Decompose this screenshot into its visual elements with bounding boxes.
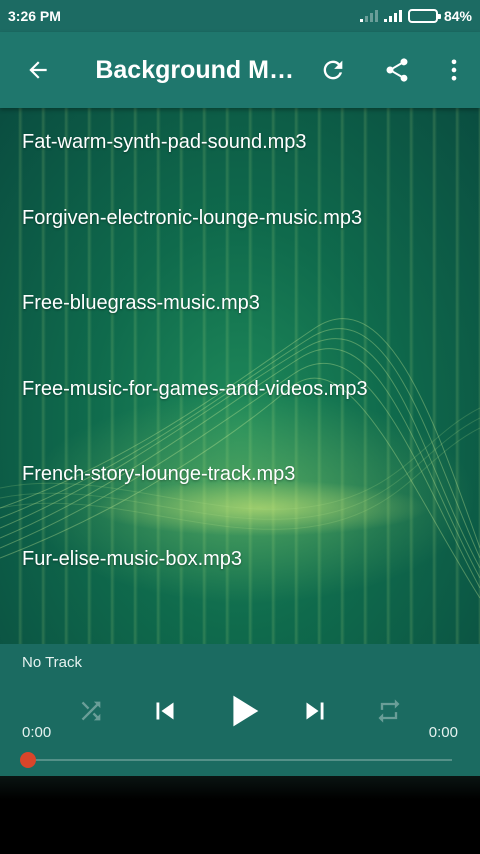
play-button[interactable] bbox=[218, 686, 268, 736]
next-button[interactable] bbox=[295, 692, 335, 730]
track-name: Fat-warm-synth-pad-sound.mp3 bbox=[22, 130, 307, 153]
arrow-left-icon bbox=[29, 61, 47, 79]
player-panel: No Track 0:00 0:00 bbox=[0, 644, 480, 776]
app-bar: Background Music bbox=[0, 32, 480, 108]
shuffle-icon bbox=[81, 701, 101, 721]
battery-percent: 84% bbox=[443, 8, 472, 24]
status-time: 3:26 PM bbox=[8, 8, 61, 24]
refresh-button[interactable] bbox=[302, 32, 365, 108]
play-icon bbox=[233, 695, 259, 727]
page-title: Background Music bbox=[95, 55, 300, 84]
share-button[interactable] bbox=[365, 32, 428, 108]
skip-previous-icon bbox=[156, 702, 174, 720]
status-bar: 3:26 PM 84% bbox=[0, 0, 480, 32]
track-list: Fat-warm-synth-pad-sound.mp3 Forgiven-el… bbox=[0, 108, 480, 602]
repeat-icon bbox=[378, 699, 400, 723]
bottom-area bbox=[0, 776, 480, 854]
shuffle-button[interactable] bbox=[72, 692, 110, 730]
repeat-button[interactable] bbox=[370, 692, 408, 730]
signal-sim1-icon bbox=[359, 10, 378, 22]
elapsed-time: 0:00 bbox=[22, 724, 52, 741]
total-time: 0:00 bbox=[428, 724, 458, 741]
more-options-button[interactable] bbox=[428, 32, 480, 108]
list-item[interactable]: French-story-lounge-track.mp3 bbox=[0, 432, 480, 517]
status-icons: 84% bbox=[359, 8, 472, 24]
list-item[interactable]: Fur-elise-music-box.mp3 bbox=[0, 517, 480, 602]
refresh-icon bbox=[323, 60, 343, 80]
more-vert-icon bbox=[451, 59, 457, 81]
skip-next-icon bbox=[306, 702, 324, 720]
now-playing-label: No Track bbox=[22, 654, 83, 671]
track-name: Forgiven-electronic-lounge-music.mp3 bbox=[22, 207, 363, 230]
share-icon bbox=[386, 58, 408, 82]
previous-button[interactable] bbox=[145, 692, 185, 730]
seek-bar[interactable] bbox=[28, 759, 452, 761]
battery-icon bbox=[407, 9, 441, 23]
list-item[interactable]: Forgiven-electronic-lounge-music.mp3 bbox=[0, 176, 480, 261]
list-item[interactable]: Free-music-for-games-and-videos.mp3 bbox=[0, 347, 480, 432]
list-item[interactable]: Free-bluegrass-music.mp3 bbox=[0, 261, 480, 346]
track-list-area: Fat-warm-synth-pad-sound.mp3 Forgiven-el… bbox=[0, 108, 480, 644]
list-item[interactable]: Fat-warm-synth-pad-sound.mp3 bbox=[0, 108, 480, 176]
back-button[interactable] bbox=[0, 32, 75, 108]
signal-sim2-icon bbox=[383, 10, 402, 22]
track-name: French-story-lounge-track.mp3 bbox=[22, 463, 296, 486]
track-name: Fur-elise-music-box.mp3 bbox=[22, 548, 243, 571]
track-name: Free-bluegrass-music.mp3 bbox=[22, 292, 260, 315]
player-controls bbox=[0, 688, 480, 732]
track-name: Free-music-for-games-and-videos.mp3 bbox=[22, 377, 368, 400]
seek-thumb[interactable] bbox=[20, 752, 36, 768]
